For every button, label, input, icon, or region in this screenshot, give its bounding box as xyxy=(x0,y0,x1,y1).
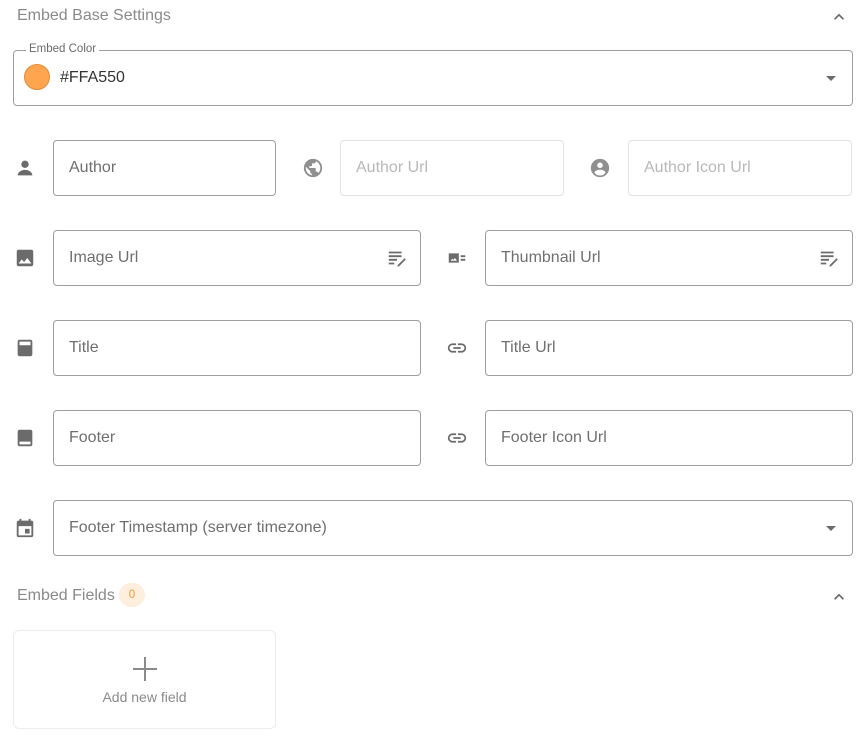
author-icon-url-label: Author Icon Url xyxy=(644,159,751,176)
footer-icon-url-label: Footer Icon Url xyxy=(501,429,607,446)
account-circle-icon xyxy=(588,156,612,180)
edit-note-icon[interactable] xyxy=(386,247,408,269)
title-label: Title xyxy=(69,339,99,356)
plus-icon xyxy=(132,657,157,681)
add-field-label: Add new field xyxy=(102,689,187,705)
calendar-icon xyxy=(13,516,37,540)
author-url-input[interactable]: Author Url xyxy=(340,140,564,196)
fields-count-badge: 0 xyxy=(119,583,145,607)
image-url-input[interactable]: Image Url xyxy=(53,230,421,286)
footer-icon xyxy=(13,426,37,450)
author-icon-url-input[interactable]: Author Icon Url xyxy=(628,140,852,196)
embed-fields-title: Embed Fields xyxy=(17,587,115,604)
thumbnail-url-input[interactable]: Thumbnail Url xyxy=(485,230,853,286)
footer-timestamp-select[interactable]: Footer Timestamp (server timezone) xyxy=(53,500,853,556)
title-icon xyxy=(13,336,37,360)
title-url-input[interactable]: Title Url xyxy=(485,320,853,376)
link-icon xyxy=(445,426,469,450)
footer-timestamp-label: Footer Timestamp (server timezone) xyxy=(69,519,327,536)
edit-note-icon[interactable] xyxy=(818,247,840,269)
title-url-label: Title Url xyxy=(501,339,556,356)
author-label: Author xyxy=(69,159,117,176)
chevron-up-icon[interactable] xyxy=(827,5,851,29)
embed-color-legend: Embed Color xyxy=(26,43,100,55)
add-field-button[interactable]: Add new field xyxy=(13,630,276,729)
person-icon xyxy=(13,156,37,180)
dropdown-arrow-icon[interactable] xyxy=(826,526,836,531)
embed-color-value: #FFA550 xyxy=(60,69,125,86)
color-swatch[interactable] xyxy=(24,64,50,90)
embed-color-select[interactable]: Embed Color #FFA550 xyxy=(13,43,853,106)
image-url-label: Image Url xyxy=(69,249,139,266)
title-input[interactable]: Title xyxy=(53,320,421,376)
thumbnail-url-label: Thumbnail Url xyxy=(501,249,601,266)
footer-label: Footer xyxy=(69,429,116,446)
base-settings-title: Embed Base Settings xyxy=(17,7,171,24)
dropdown-arrow-icon[interactable] xyxy=(826,76,836,81)
footer-input[interactable]: Footer xyxy=(53,410,421,466)
card-image-icon xyxy=(445,246,469,270)
link-icon xyxy=(445,336,469,360)
author-url-label: Author Url xyxy=(356,159,429,176)
footer-icon-url-input[interactable]: Footer Icon Url xyxy=(485,410,853,466)
image-icon xyxy=(13,246,37,270)
chevron-up-icon[interactable] xyxy=(827,585,851,609)
globe-icon xyxy=(301,156,325,180)
author-input[interactable]: Author xyxy=(53,140,276,196)
